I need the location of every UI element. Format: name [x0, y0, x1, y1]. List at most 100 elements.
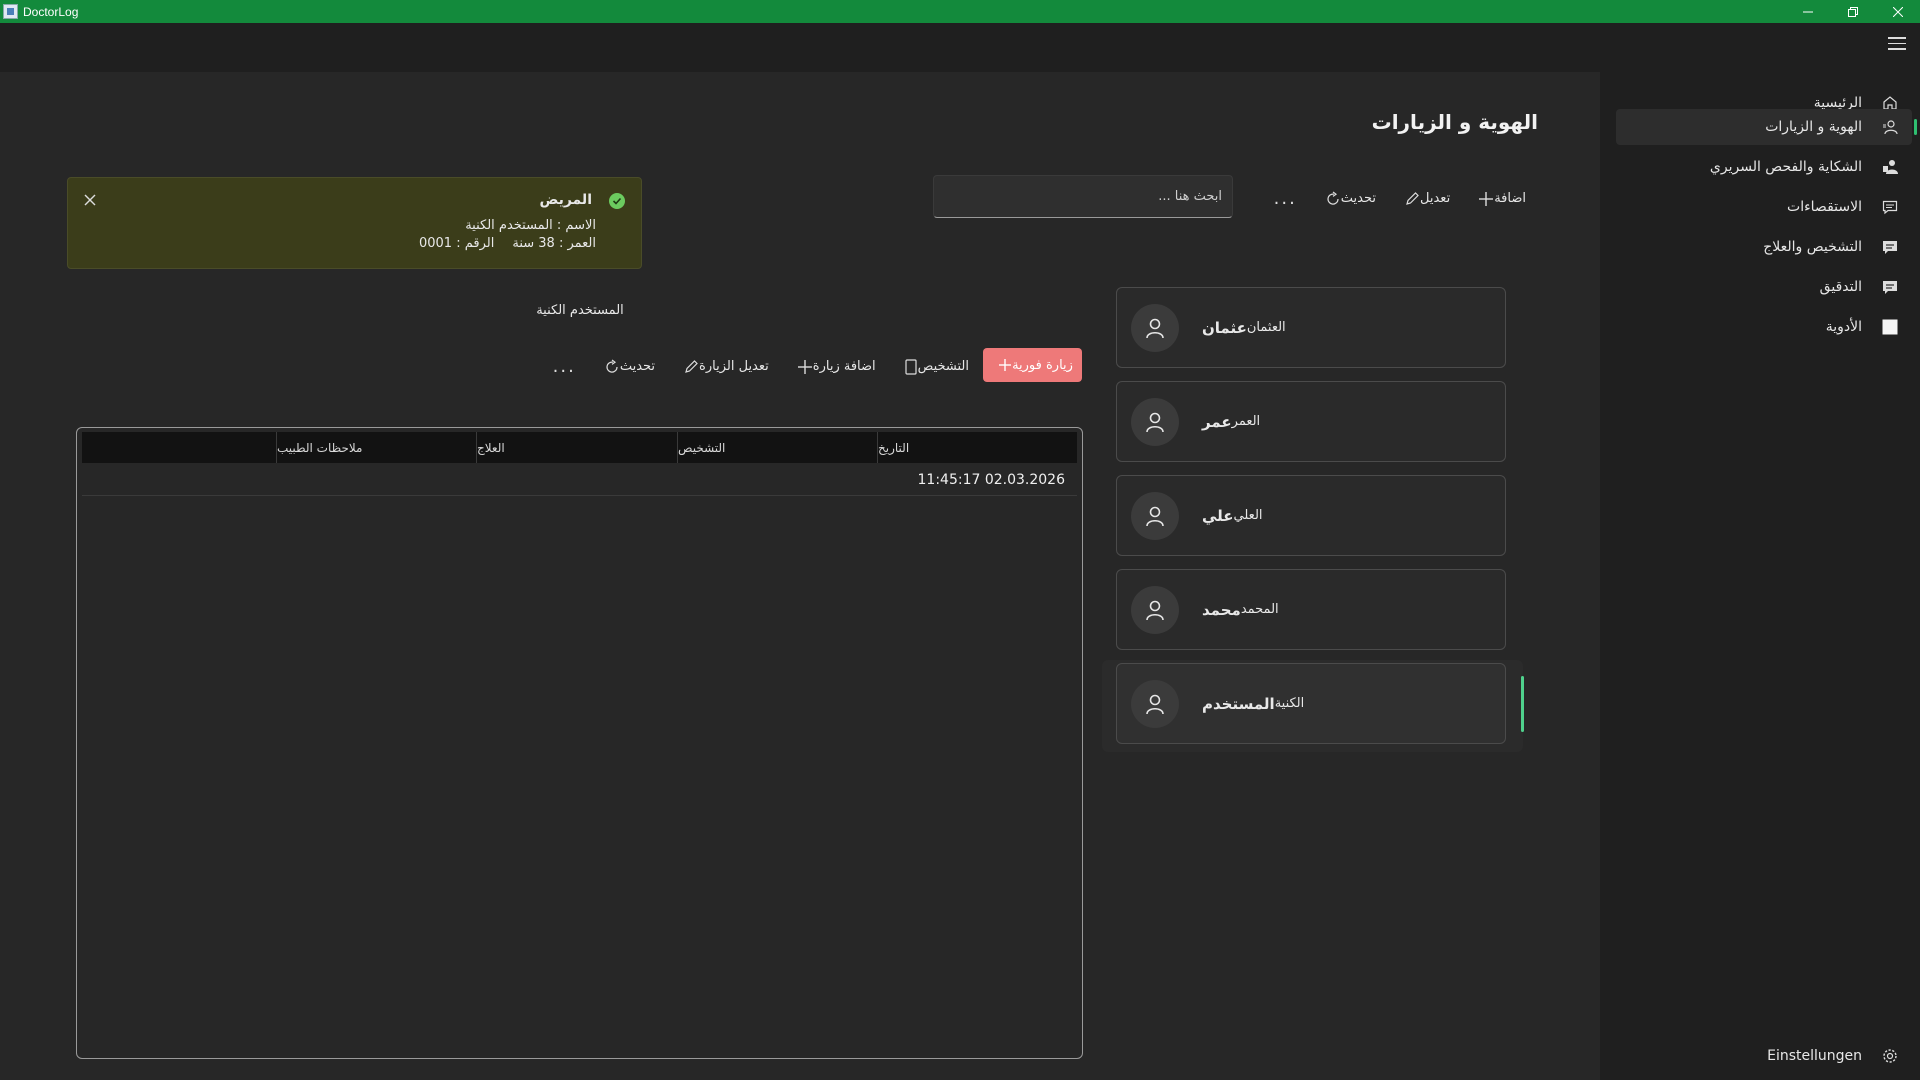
add-visit-button[interactable]: اضافة زيارة — [791, 359, 876, 375]
info-number: الرقم : 0001 — [418, 236, 495, 251]
settings-button[interactable]: Einstellungen — [1616, 1039, 1912, 1073]
table-header: التاريخ التشخيص العلاج ملاحظات الطبيب — [82, 432, 1077, 463]
sidebar-item-label: الهوية و الزيارات — [1765, 119, 1862, 135]
cell-empty — [82, 463, 276, 496]
add-label: اضافة — [1494, 191, 1526, 206]
info-details: العمر : 38 سنة الرقم : 0001 — [419, 236, 596, 251]
minimize-button[interactable] — [1785, 0, 1830, 23]
close-window-button[interactable] — [1875, 0, 1920, 23]
close-infobar-button[interactable] — [82, 192, 98, 208]
person-id-icon — [1878, 115, 1902, 139]
restore-icon — [1847, 6, 1858, 17]
cell-treatment — [476, 463, 677, 496]
message-icon — [1878, 235, 1902, 259]
column-header-date[interactable]: التاريخ — [877, 432, 1077, 463]
hamburger-menu-icon[interactable] — [1888, 37, 1906, 51]
sidebar-item-complaint-exam[interactable]: الشكاية والفحص السريري — [1616, 149, 1912, 185]
person-icon — [1146, 412, 1164, 432]
sidebar-item-investigations[interactable]: الاستقصاءات — [1616, 189, 1912, 225]
person-icon — [1146, 600, 1164, 620]
edit-visit-label: تعديل الزيارة — [699, 359, 769, 374]
sidebar-item-label: الأدوية — [1825, 319, 1862, 335]
column-header-treatment[interactable]: العلاج — [476, 432, 677, 463]
sidebar-item-label: الشكاية والفحص السريري — [1709, 159, 1862, 175]
info-title: المريض — [539, 192, 592, 208]
plus-icon — [797, 359, 812, 374]
window-controls — [1785, 0, 1920, 23]
table-row[interactable]: 11:45:17 02.03.2026 — [82, 463, 1077, 496]
column-header-doctor-notes[interactable]: ملاحظات الطبيب — [276, 432, 476, 463]
sidebar-item-label: التشخيص والعلاج — [1763, 239, 1862, 255]
visits-table: التاريخ التشخيص العلاج ملاحظات الطبيب 11… — [76, 427, 1083, 1059]
selection-indicator — [1521, 676, 1524, 732]
avatar — [1131, 585, 1179, 634]
close-icon — [1892, 6, 1903, 17]
message-icon — [1878, 275, 1902, 299]
patient-first-name: عمر — [1202, 412, 1232, 431]
patient-card[interactable]: عثمان العثمان — [1116, 287, 1506, 368]
patient-last-name: العلي — [1233, 508, 1263, 523]
person-icon — [1146, 318, 1164, 338]
person-icon — [1146, 694, 1164, 714]
column-header-diagnosis[interactable]: التشخيص — [677, 432, 877, 463]
diagnosis-button[interactable]: التشخيص — [898, 358, 969, 375]
more-visit-options-button[interactable]: ... — [553, 356, 576, 377]
refresh-label: تحديث — [1340, 191, 1377, 206]
sidebar-item-label: الاستقصاءات — [1787, 199, 1862, 215]
info-age: العمر : 38 سنة — [512, 236, 596, 251]
sidebar-item-label: التدقيق — [1819, 279, 1862, 295]
edit-patient-button[interactable]: تعديل — [1398, 191, 1450, 207]
refresh-icon — [606, 359, 618, 373]
patient-first-name: عثمان — [1202, 318, 1247, 337]
app-icon — [3, 4, 18, 19]
avatar — [1131, 303, 1179, 352]
patient-first-name: المستخدم — [1202, 694, 1275, 713]
person-icon — [1146, 506, 1164, 526]
person-exam-icon — [1878, 155, 1902, 179]
patient-last-name: العثمان — [1246, 320, 1286, 335]
more-options-button[interactable]: ... — [1274, 188, 1297, 209]
pencil-icon — [685, 359, 698, 373]
success-check-icon — [609, 193, 625, 209]
column-header-empty[interactable] — [82, 432, 276, 463]
cell-diagnosis — [677, 463, 877, 496]
avatar — [1131, 491, 1179, 540]
close-icon — [84, 194, 96, 206]
square-icon — [1878, 315, 1902, 339]
sidebar-item-audit[interactable]: التدقيق — [1616, 269, 1912, 305]
instant-visit-label: زيارة فورية — [1012, 357, 1073, 373]
add-patient-button[interactable]: اضافة — [1472, 191, 1526, 207]
edit-visit-button[interactable]: تعديل الزيارة — [677, 359, 769, 375]
patient-last-name: العمر — [1231, 414, 1261, 429]
avatar — [1131, 397, 1179, 446]
page-title: الهوية و الزيارات — [1371, 110, 1538, 134]
edit-label: تعديل — [1420, 191, 1451, 206]
diagnosis-label: التشخيص — [917, 359, 969, 374]
refresh-button[interactable]: تحديث — [1319, 191, 1376, 207]
more-label: ... — [1273, 188, 1297, 209]
plus-icon — [999, 359, 1012, 371]
refresh-visits-button[interactable]: تحديث — [598, 359, 655, 375]
settings-label: Einstellungen — [1767, 1048, 1862, 1064]
document-icon — [905, 358, 917, 375]
refresh-icon — [1327, 191, 1339, 205]
sidebar-item-identity-visits[interactable]: الهوية و الزيارات — [1616, 109, 1917, 145]
minimize-icon — [1802, 11, 1813, 12]
selected-patient-name: المستخدم الكنية — [536, 303, 624, 318]
patient-card[interactable]: عمر العمر — [1116, 381, 1506, 462]
avatar — [1131, 679, 1179, 728]
patient-card[interactable]: محمد المحمد — [1116, 569, 1506, 650]
patient-card[interactable]: علي العلي — [1116, 475, 1506, 556]
patient-last-name: المحمد — [1240, 602, 1279, 617]
patient-info-bar: المريض الاسم : المستخدم الكنية العمر : 3… — [67, 177, 642, 269]
restore-button[interactable] — [1830, 0, 1875, 23]
patient-card-selected[interactable]: المستخدم الكنية — [1116, 663, 1506, 744]
sidebar-item-medications[interactable]: الأدوية — [1616, 309, 1912, 345]
add-visit-label: اضافة زيارة — [812, 359, 876, 374]
pencil-icon — [1406, 191, 1419, 205]
sidebar-item-diagnosis-treatment[interactable]: التشخيص والعلاج — [1616, 229, 1912, 265]
instant-visit-button[interactable]: زيارة فورية — [983, 348, 1082, 382]
search-input[interactable] — [933, 175, 1233, 218]
top-strip — [0, 23, 1920, 72]
cell-doctor-notes — [276, 463, 476, 496]
